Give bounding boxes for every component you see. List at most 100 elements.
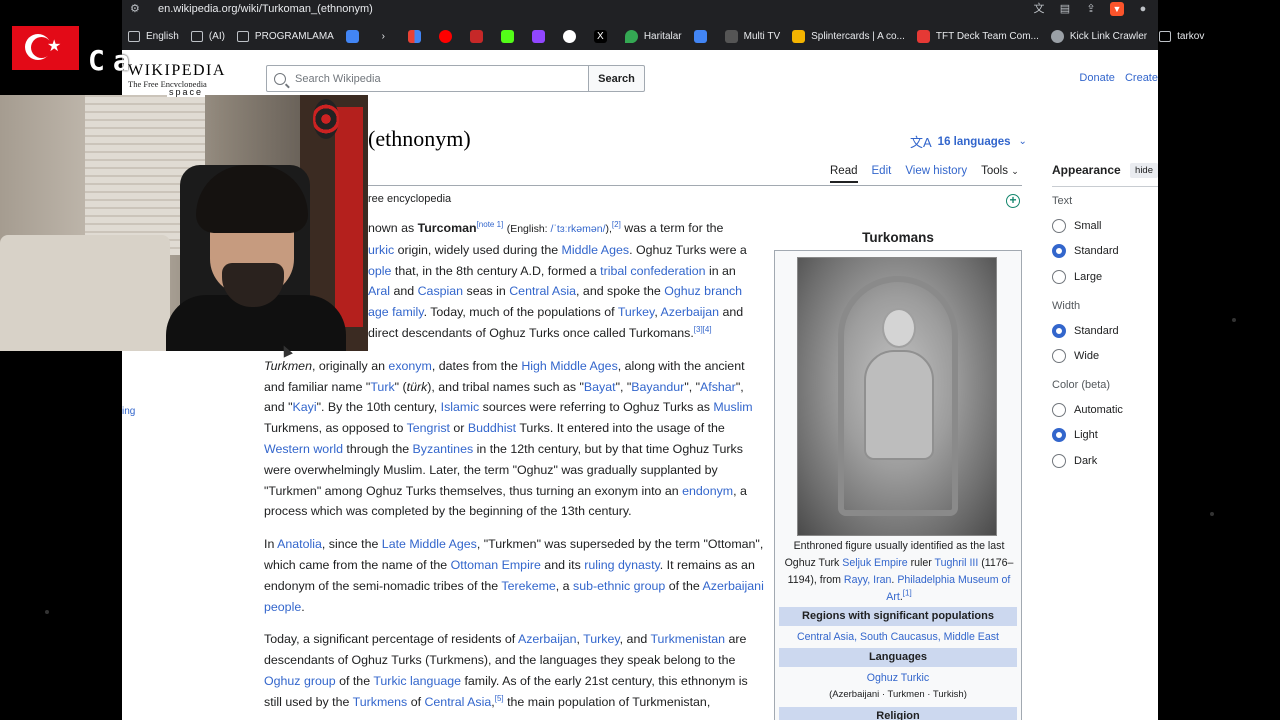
maps-icon — [624, 29, 638, 43]
radio-icon — [1052, 402, 1066, 417]
color-option-dark[interactable]: Dark — [1052, 448, 1158, 474]
toc-link[interactable]: ing — [122, 406, 135, 417]
flag-star-icon: ★ — [47, 38, 62, 55]
folder-icon — [236, 30, 249, 42]
bookmark-ai[interactable]: (AI) — [190, 30, 225, 42]
bookmark-programlama[interactable]: PROGRAMLAMA — [236, 30, 334, 42]
infobox-religion-header: Religion — [779, 707, 1017, 720]
add-topic-icon[interactable]: + — [1006, 194, 1020, 208]
extension-icon[interactable]: ● — [1136, 2, 1150, 16]
search-icon — [274, 72, 286, 85]
logo-wordmark: WIKIPEDIA — [128, 62, 226, 79]
infobox-image[interactable] — [797, 257, 997, 536]
create-account-link[interactable]: Create — [1125, 72, 1158, 84]
wikipedia-logo[interactable]: WIKIPEDIA The Free Encyclopedia — [128, 62, 228, 89]
bookmark-gs[interactable] — [693, 29, 713, 43]
color-option-light[interactable]: Light — [1052, 423, 1158, 449]
infobox-languages-header: Languages — [779, 648, 1017, 667]
color-label: Color (beta) — [1052, 378, 1111, 391]
bookmark-twitch[interactable] — [531, 29, 551, 43]
text-option-small[interactable]: Small — [1052, 213, 1158, 239]
google-icon — [562, 29, 576, 43]
background-dot — [1210, 512, 1214, 516]
search-input[interactable] — [295, 72, 575, 85]
brave-shield-icon[interactable]: ▼ — [1110, 2, 1124, 16]
search-button[interactable]: Search — [588, 65, 645, 92]
infobox-language-sub: (Azerbaijani · Turkmen · Turkish) — [829, 689, 967, 700]
address-bar[interactable]: ⚙ en.wikipedia.org/wiki/Turkoman_(ethnon… — [130, 0, 1156, 18]
app-icon — [469, 29, 483, 43]
radio-icon — [1052, 453, 1066, 468]
twitch-icon — [531, 29, 545, 43]
bookmark-youtube[interactable] — [438, 29, 458, 43]
folder-icon — [128, 30, 140, 42]
language-icon: 文A — [910, 135, 932, 150]
bookmark-kick[interactable] — [500, 29, 520, 43]
bookmark-translate[interactable] — [345, 29, 365, 43]
infobox-regions: Central Asia, South Caucasus, Middle Eas… — [796, 631, 999, 643]
relief-figure-body — [864, 350, 934, 460]
stream-name: Ca — [88, 44, 138, 77]
folder-icon — [1159, 30, 1172, 42]
relief-figure-head — [882, 308, 916, 348]
width-option-standard[interactable]: Standard — [1052, 318, 1158, 344]
background-dot — [1232, 318, 1236, 322]
translate-icon[interactable]: 文 — [1032, 2, 1046, 16]
radio-icon — [1052, 349, 1066, 364]
bookmark-splintercards[interactable]: Splintercards | A co... — [792, 29, 905, 43]
browser-chrome: ⚙ en.wikipedia.org/wiki/Turkoman_(ethnon… — [122, 0, 1204, 50]
tab-edit[interactable]: Edit — [872, 165, 892, 183]
radio-selected-icon — [1052, 244, 1066, 259]
text-option-large[interactable]: Large — [1052, 264, 1158, 290]
share-icon[interactable]: ⇪ — [1084, 2, 1098, 16]
donate-link[interactable]: Donate — [1079, 72, 1114, 84]
chevron-down-icon: ⌄ — [1018, 136, 1027, 147]
width-label: Width — [1052, 299, 1081, 312]
app-grid-icon — [407, 29, 421, 43]
width-option-wide[interactable]: Wide — [1052, 343, 1158, 369]
text-label: Text — [1052, 195, 1073, 207]
tabs-divider — [368, 185, 1022, 186]
paragraph-anatolia: In Anatolia, since the Late Middle Ages,… — [264, 537, 764, 614]
dartboard — [313, 99, 339, 139]
bookmark-google[interactable] — [562, 29, 582, 43]
languages-button[interactable]: 文A 16 languages ⌄ — [910, 132, 1027, 151]
text-option-standard[interactable]: Standard — [1052, 239, 1158, 265]
url-text[interactable]: en.wikipedia.org/wiki/Turkoman_(ethnonym… — [158, 3, 1032, 15]
infobox: Enthroned figure usually identified as t… — [774, 250, 1022, 720]
turkish-flag: ★ — [12, 26, 79, 70]
bookmark-kick-link-crawler[interactable]: Kick Link Crawler — [1050, 29, 1147, 43]
bookmark-multitv[interactable]: Multi TV — [724, 29, 780, 43]
bookmark-arrow[interactable]: › — [376, 29, 396, 43]
bookmark-app-grid[interactable] — [407, 29, 427, 43]
kick-icon — [500, 29, 514, 43]
paragraph-today: Today, a significant percentage of resid… — [264, 632, 748, 709]
page-title: (ethnonym) — [368, 126, 471, 151]
hide-button[interactable]: hide — [1130, 162, 1158, 178]
bookmark-tarkov[interactable]: tarkov — [1159, 30, 1204, 42]
x-icon: X — [593, 29, 607, 43]
color-option-automatic[interactable]: Automatic — [1052, 397, 1158, 423]
infobox-caption: Enthroned figure usually identified as t… — [784, 540, 1014, 603]
infobox-title: Turkomans — [862, 230, 934, 245]
translate-icon — [345, 29, 359, 43]
appearance-title: Appearance — [1052, 163, 1121, 177]
tab-tools[interactable]: Tools ⌄ — [981, 165, 1019, 183]
reader-mode-icon[interactable]: ▤ — [1058, 2, 1072, 16]
tab-read[interactable]: Read — [830, 165, 858, 183]
radio-icon — [1052, 269, 1066, 284]
bookmark-x[interactable]: X — [593, 29, 613, 43]
bookmark-english[interactable]: English — [128, 30, 179, 42]
infobox-language-main[interactable]: Oghuz Turkic — [779, 672, 1017, 684]
bookmark-haritalar[interactable]: Haritalar — [624, 29, 682, 43]
bookmark-tft[interactable]: TFT Deck Team Com... — [916, 29, 1039, 43]
site-info-icon[interactable]: ⚙ — [130, 3, 142, 15]
search-box[interactable] — [266, 65, 589, 92]
space-label: space — [167, 87, 206, 97]
tab-view-history[interactable]: View history — [905, 165, 967, 183]
screen: ⚙ en.wikipedia.org/wiki/Turkoman_(ethnon… — [0, 0, 1280, 720]
radio-selected-icon — [1052, 428, 1066, 443]
bookmark-app[interactable] — [469, 29, 489, 43]
radio-icon — [1052, 218, 1066, 233]
from-wikipedia-note: ree encyclopedia — [368, 193, 452, 205]
